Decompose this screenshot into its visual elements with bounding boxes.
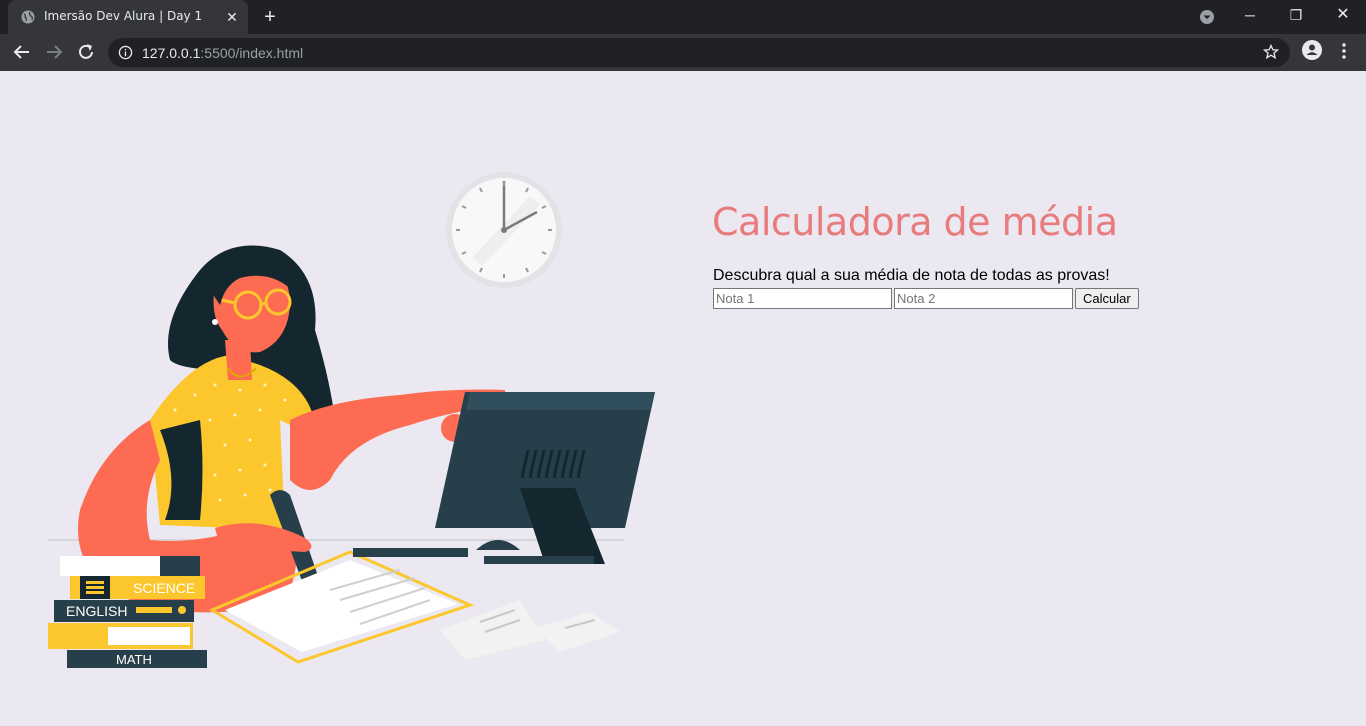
book-science-label: SCIENCE xyxy=(133,580,195,596)
url-text: 127.0.0.1:5500/index.html xyxy=(142,45,303,61)
reload-icon[interactable] xyxy=(74,40,98,64)
profile-icon[interactable] xyxy=(1302,40,1322,60)
nota1-input[interactable] xyxy=(713,288,892,309)
page-subtitle: Descubra qual a sua média de nota de tod… xyxy=(713,267,1110,284)
info-icon[interactable] xyxy=(118,45,133,60)
clock-icon xyxy=(446,172,562,288)
browser-toolbar: 127.0.0.1:5500/index.html xyxy=(0,34,1366,71)
url-path: :5500/index.html xyxy=(200,45,304,61)
browser-chrome: Imersão Dev Alura | Day 1 ✕ + ─ ❐ ✕ 127.… xyxy=(0,0,1366,71)
new-tab-icon[interactable]: + xyxy=(260,7,280,28)
book-math-label: MATH xyxy=(116,652,152,667)
tab-active[interactable]: Imersão Dev Alura | Day 1 ✕ xyxy=(8,0,248,34)
page-title: Calculadora de média xyxy=(712,200,1118,244)
url-host: 127.0.0.1 xyxy=(142,45,201,61)
close-tab-icon[interactable]: ✕ xyxy=(224,9,240,25)
restore-icon[interactable]: ❐ xyxy=(1273,0,1319,30)
tab-search-icon[interactable] xyxy=(1199,9,1215,25)
close-window-icon[interactable]: ✕ xyxy=(1320,0,1366,30)
minimize-icon[interactable]: ─ xyxy=(1227,0,1273,30)
book-english-label: ENGLISH xyxy=(66,603,127,619)
forward-icon[interactable] xyxy=(42,40,66,64)
books-stack: SCIENCE ENGLISH MATH xyxy=(48,556,207,668)
tab-title: Imersão Dev Alura | Day 1 xyxy=(44,9,203,23)
nota2-input[interactable] xyxy=(894,288,1073,309)
kebab-menu-icon[interactable] xyxy=(1336,42,1352,60)
address-bar[interactable]: 127.0.0.1:5500/index.html xyxy=(108,38,1290,67)
student-illustration: SCIENCE ENGLISH MATH xyxy=(48,172,655,668)
calcular-button[interactable]: Calcular xyxy=(1075,288,1139,309)
bookmark-star-icon[interactable] xyxy=(1263,44,1279,60)
globe-icon xyxy=(21,10,35,24)
back-icon[interactable] xyxy=(10,40,34,64)
tab-strip: Imersão Dev Alura | Day 1 ✕ + ─ ❐ ✕ xyxy=(0,0,1366,34)
